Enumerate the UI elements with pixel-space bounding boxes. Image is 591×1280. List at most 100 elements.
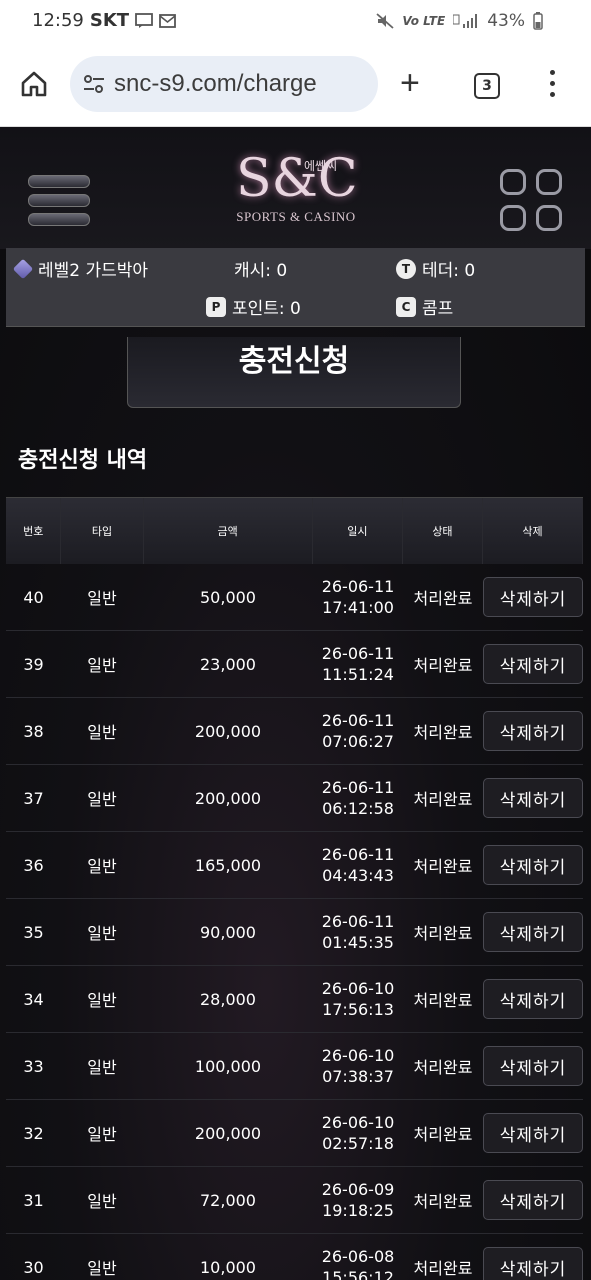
table-row: 34 일반 28,000 26-06-10 17:56:13 처리완료 삭제하기 bbox=[6, 966, 583, 1033]
row-amount: 200,000 bbox=[194, 788, 262, 808]
logo-mark: S&C bbox=[236, 149, 358, 209]
row-type: 일반 bbox=[87, 790, 117, 809]
site-header: S&C 에쎈씨 SPORTS & CASINO bbox=[0, 127, 591, 249]
delete-button[interactable]: 삭제하기 bbox=[483, 1113, 583, 1153]
delete-button[interactable]: 삭제하기 bbox=[483, 979, 583, 1019]
tether-balance[interactable]: T 테더: 0 bbox=[396, 256, 475, 281]
row-status: 처리완료 bbox=[413, 1125, 473, 1144]
point-icon: P bbox=[206, 296, 226, 317]
site-settings-icon[interactable] bbox=[82, 74, 106, 94]
row-time: 04:43:43 bbox=[322, 866, 394, 885]
row-date: 26-06-10 bbox=[321, 979, 395, 998]
level-cube-icon bbox=[12, 258, 34, 279]
row-time: 17:41:00 bbox=[322, 598, 394, 617]
row-action: 삭제하기 bbox=[483, 564, 583, 630]
row-datetime: 26-06-10 02:57:18 bbox=[313, 1100, 403, 1166]
menu-kebab-icon[interactable] bbox=[548, 70, 556, 100]
row-date: 26-06-11 bbox=[321, 778, 395, 797]
user-level: 레벨2 가드박아 bbox=[12, 256, 148, 281]
row-no: 31 bbox=[23, 1190, 44, 1210]
row-status: 처리완료 bbox=[413, 790, 473, 809]
hamburger-menu-icon[interactable] bbox=[28, 175, 90, 227]
table-header: 번호 타입 금액 일시 상태 삭제 bbox=[6, 497, 583, 564]
table-row: 33 일반 100,000 26-06-10 07:38:37 처리완료 삭제하기 bbox=[6, 1033, 583, 1100]
tether-text: 테더: 0 bbox=[422, 261, 476, 281]
comp-link[interactable]: C 콤프 bbox=[396, 294, 453, 319]
row-status: 처리완료 bbox=[413, 589, 473, 608]
row-time: 01:45:35 bbox=[322, 933, 394, 952]
row-no: 30 bbox=[23, 1257, 44, 1277]
volte-icon: Vo LTE bbox=[402, 14, 446, 28]
row-amount: 200,000 bbox=[194, 721, 262, 741]
url-text: snc-s9.com/charge bbox=[114, 70, 317, 97]
row-amount: 100,000 bbox=[194, 1056, 262, 1076]
status-bar: 12:59 SKT Vo LTE 43% bbox=[0, 0, 591, 46]
table-row: 40 일반 50,000 26-06-11 17:41:00 처리완료 삭제하기 bbox=[6, 564, 583, 631]
row-action: 삭제하기 bbox=[483, 1167, 583, 1233]
row-date: 26-06-10 bbox=[321, 1046, 395, 1065]
delete-button[interactable]: 삭제하기 bbox=[483, 711, 583, 751]
row-date: 26-06-11 bbox=[321, 845, 395, 864]
table-row: 39 일반 23,000 26-06-11 11:51:24 처리완료 삭제하기 bbox=[6, 631, 583, 698]
point-balance[interactable]: P 포인트: 0 bbox=[206, 294, 301, 319]
row-datetime: 26-06-10 07:38:37 bbox=[313, 1033, 403, 1099]
user-info-bar: 레벨2 가드박아 캐시: 0 T 테더: 0 P 포인트: 0 C 콤프 bbox=[6, 248, 585, 327]
row-date: 26-06-11 bbox=[321, 912, 395, 931]
delete-button[interactable]: 삭제하기 bbox=[483, 1180, 583, 1220]
point-text: 포인트: 0 bbox=[232, 299, 301, 319]
row-datetime: 26-06-11 07:06:27 bbox=[313, 698, 403, 764]
row-amount: 165,000 bbox=[194, 855, 262, 875]
row-action: 삭제하기 bbox=[483, 631, 583, 697]
site-logo[interactable]: S&C 에쎈씨 SPORTS & CASINO bbox=[236, 137, 358, 247]
row-type: 일반 bbox=[87, 723, 117, 742]
row-status: 처리완료 bbox=[413, 924, 473, 943]
row-amount: 50,000 bbox=[200, 587, 256, 607]
cash-balance: 캐시: 0 bbox=[234, 256, 287, 281]
row-amount: 200,000 bbox=[194, 1123, 262, 1143]
row-type: 일반 bbox=[87, 991, 117, 1010]
grid-menu-icon[interactable] bbox=[500, 169, 564, 233]
browser-toolbar: snc-s9.com/charge + 3 bbox=[0, 46, 591, 127]
delete-button[interactable]: 삭제하기 bbox=[483, 845, 583, 885]
clock: 12:59 bbox=[32, 10, 84, 31]
header-delete: 삭제 bbox=[483, 498, 583, 564]
signal-icon bbox=[453, 14, 478, 28]
row-time: 07:06:27 bbox=[322, 732, 394, 751]
row-amount: 28,000 bbox=[200, 989, 256, 1009]
charge-request-button[interactable]: 충전신청 bbox=[127, 337, 461, 408]
row-date: 26-06-11 bbox=[321, 577, 395, 596]
row-time: 19:18:25 bbox=[322, 1201, 394, 1220]
comp-icon: C bbox=[396, 296, 416, 317]
tether-icon: T bbox=[396, 258, 416, 279]
home-icon[interactable] bbox=[20, 70, 48, 98]
row-type: 일반 bbox=[87, 589, 117, 608]
new-tab-icon[interactable]: + bbox=[400, 66, 420, 100]
row-amount: 23,000 bbox=[200, 654, 256, 674]
delete-button[interactable]: 삭제하기 bbox=[483, 1046, 583, 1086]
message-icon bbox=[135, 12, 153, 28]
delete-button[interactable]: 삭제하기 bbox=[483, 644, 583, 684]
row-datetime: 26-06-08 15:56:12 bbox=[313, 1234, 403, 1280]
logo-korean: 에쎈씨 bbox=[304, 159, 338, 173]
row-date: 26-06-09 bbox=[321, 1180, 395, 1199]
row-action: 삭제하기 bbox=[483, 899, 583, 965]
address-bar[interactable]: snc-s9.com/charge bbox=[70, 56, 378, 112]
row-type: 일반 bbox=[87, 1125, 117, 1144]
delete-button[interactable]: 삭제하기 bbox=[483, 577, 583, 617]
table-row: 37 일반 200,000 26-06-11 06:12:58 처리완료 삭제하기 bbox=[6, 765, 583, 832]
row-date: 26-06-11 bbox=[321, 644, 395, 663]
row-status: 처리완료 bbox=[413, 656, 473, 675]
tab-switcher-button[interactable]: 3 bbox=[474, 73, 500, 99]
row-status: 처리완료 bbox=[413, 723, 473, 742]
row-status: 처리완료 bbox=[413, 1259, 473, 1278]
row-no: 33 bbox=[23, 1056, 44, 1076]
row-action: 삭제하기 bbox=[483, 966, 583, 1032]
delete-button[interactable]: 삭제하기 bbox=[483, 1247, 583, 1280]
delete-button[interactable]: 삭제하기 bbox=[483, 912, 583, 952]
charge-history-table: 번호 타입 금액 일시 상태 삭제 40 일반 50,000 26-06-11 17:4… bbox=[6, 497, 583, 1280]
delete-button[interactable]: 삭제하기 bbox=[483, 778, 583, 818]
row-no: 37 bbox=[23, 788, 44, 808]
table-body: 40 일반 50,000 26-06-11 17:41:00 처리완료 삭제하기 39 일반 23… bbox=[6, 564, 583, 1280]
row-date: 26-06-08 bbox=[321, 1247, 395, 1266]
row-type: 일반 bbox=[87, 857, 117, 876]
